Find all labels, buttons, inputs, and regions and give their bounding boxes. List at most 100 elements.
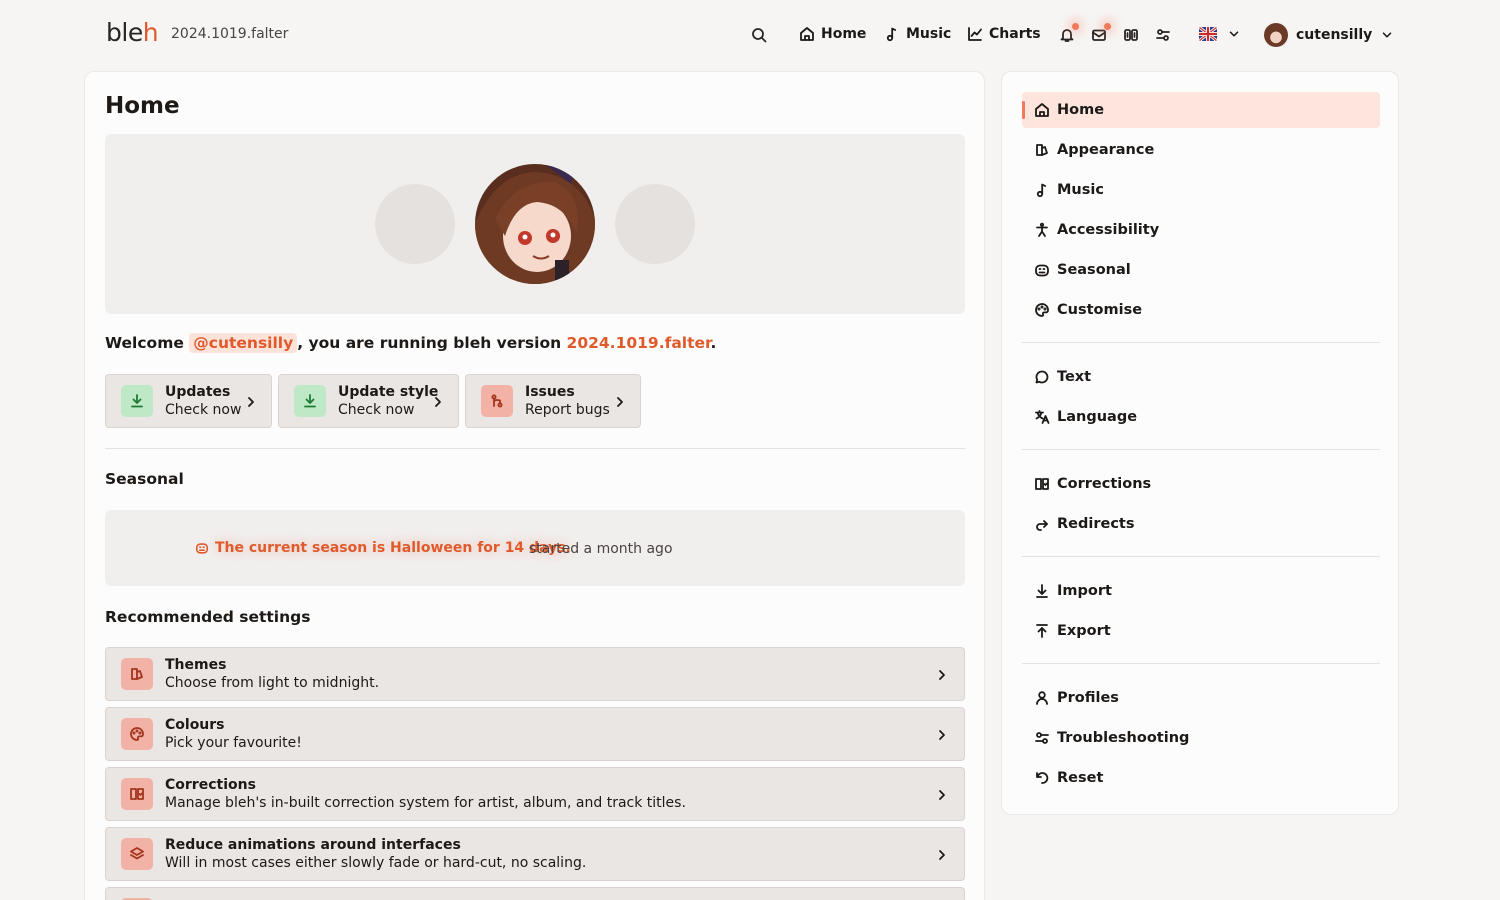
page-title: Home — [105, 93, 180, 119]
sidebar-item-label: Home — [1057, 102, 1105, 118]
recommended-heading: Recommended settings — [105, 608, 311, 626]
sidebar-item-label: Customise — [1057, 302, 1143, 318]
notifications-bell-icon[interactable] — [1059, 23, 1079, 43]
chevron-right-icon — [248, 397, 254, 407]
version-link[interactable]: 2024.1019.falter — [567, 334, 711, 352]
chevron-right-icon — [435, 397, 441, 407]
book-icon — [121, 778, 153, 810]
music-note-icon — [886, 27, 897, 42]
rec-desc: Will in most cases either slowly fade or… — [165, 855, 587, 871]
issues-button[interactable]: Issues Report bugs — [465, 374, 641, 428]
download-icon — [294, 385, 326, 417]
chevron-right-icon — [939, 730, 945, 740]
sidebar-item-import[interactable]: Import — [1022, 573, 1380, 609]
sidebar-item-label: Export — [1057, 623, 1111, 639]
rec-themes[interactable]: Themes Choose from light to midnight. — [105, 647, 965, 701]
message-dot — [1104, 23, 1111, 30]
updates-subtitle: Check now — [165, 402, 242, 418]
sidebar-item-language[interactable]: Language — [1022, 399, 1380, 435]
avatar — [1264, 23, 1288, 47]
sidebar-item-seasonal[interactable]: Seasonal — [1022, 252, 1380, 288]
user-mention[interactable]: @cutensilly — [189, 333, 298, 353]
user-icon — [1036, 691, 1048, 705]
avatar-placeholder-left — [375, 184, 455, 264]
speech-bubble-icon — [1035, 370, 1049, 384]
rec-desc: Manage bleh's in-built correction system… — [165, 795, 686, 811]
sidebar-item-text[interactable]: Text — [1022, 359, 1380, 395]
season-started: started a month ago — [529, 541, 673, 557]
nav-music-label: Music — [906, 26, 952, 42]
sidebar-item-home[interactable]: Home — [1022, 92, 1380, 128]
sidebar-item-label: Profiles — [1057, 690, 1119, 706]
profile-avatar — [475, 164, 595, 284]
sidebar-item-label: Text — [1057, 369, 1092, 385]
sidebar-item-troubleshooting[interactable]: Troubleshooting — [1022, 720, 1380, 756]
home-icon — [1035, 103, 1049, 117]
issues-subtitle: Report bugs — [525, 402, 610, 418]
search-icon[interactable] — [751, 27, 767, 43]
rec-desc: Pick your favourite! — [165, 735, 302, 751]
sidebar-item-accessibility[interactable]: Accessibility — [1022, 212, 1380, 248]
sidebar-item-reset[interactable]: Reset — [1022, 760, 1380, 796]
settings-sidebar: Home Appearance Music Accessibility Seas… — [1001, 71, 1399, 815]
appearance-icon — [1036, 144, 1048, 156]
notification-dot — [1072, 23, 1079, 30]
sidebar-item-redirects[interactable]: Redirects — [1022, 506, 1380, 542]
pumpkin-icon — [195, 543, 209, 554]
sidebar-item-music[interactable]: Music — [1022, 172, 1380, 208]
settings-sliders-icon[interactable] — [1155, 27, 1171, 43]
nav-home-label: Home — [821, 26, 867, 42]
nav-charts-label: Charts — [989, 26, 1041, 42]
music-note-icon — [1036, 183, 1047, 198]
chevron-right-icon — [617, 397, 623, 407]
sidebar-item-label: Music — [1057, 182, 1104, 198]
sidebar-item-label: Troubleshooting — [1057, 730, 1190, 746]
sidebar-item-corrections[interactable]: Corrections — [1022, 466, 1380, 502]
update-style-button[interactable]: Update style Check now — [278, 374, 459, 428]
sidebar-divider — [1022, 663, 1380, 664]
language-selector[interactable] — [1199, 27, 1241, 41]
rec-corrections[interactable]: Corrections Manage bleh's in-built correc… — [105, 767, 965, 821]
sidebar-item-customise[interactable]: Customise — [1022, 292, 1380, 328]
rec-title: Reduce animations around interfaces — [165, 837, 461, 853]
updates-button[interactable]: Updates Check now — [105, 374, 272, 428]
sliders-icon — [1035, 732, 1049, 744]
rec-reduce-animations[interactable]: Reduce animations around interfaces Will … — [105, 827, 965, 881]
logo[interactable]: bleh — [106, 18, 159, 47]
rec-colours[interactable]: Colours Pick your favourite! — [105, 707, 965, 761]
sidebar-item-label: Accessibility — [1057, 222, 1160, 238]
import-icon — [1036, 584, 1048, 598]
sidebar-divider — [1022, 556, 1380, 557]
theme-icon[interactable] — [1123, 27, 1139, 43]
sidebar-divider — [1022, 342, 1380, 343]
main-panel: Home Welcome @cutensilly, you are runnin… — [84, 71, 985, 900]
issues-title: Issues — [525, 384, 575, 400]
seasonal-banner: The current season is Halloween for 14 d… — [105, 510, 965, 586]
sidebar-item-profiles[interactable]: Profiles — [1022, 680, 1380, 716]
sidebar-item-label: Redirects — [1057, 516, 1135, 532]
profile-hero — [105, 134, 965, 314]
nav-charts-link[interactable]: Charts — [967, 26, 1041, 42]
chevron-down-icon — [1229, 31, 1239, 37]
updates-title: Updates — [165, 384, 231, 400]
reset-icon — [1036, 772, 1049, 784]
rec-desc: Choose from light to midnight. — [165, 675, 380, 691]
palette-icon — [1035, 303, 1049, 317]
book-icon — [1035, 478, 1049, 490]
divider — [105, 448, 965, 449]
update-style-title: Update style — [338, 384, 439, 400]
rec-title: Corrections — [165, 777, 256, 793]
sidebar-item-label: Import — [1057, 583, 1112, 599]
update-style-subtitle: Check now — [338, 402, 415, 418]
nav-home-link[interactable]: Home — [799, 26, 866, 42]
sidebar-item-label: Language — [1057, 409, 1138, 425]
chevron-right-icon — [939, 670, 945, 680]
nav-music-link[interactable]: Music — [884, 26, 951, 42]
messages-mail-icon[interactable] — [1091, 23, 1111, 43]
rec-partial-item[interactable] — [105, 887, 965, 900]
avatar-placeholder-right — [615, 184, 695, 264]
user-menu[interactable]: cutensilly — [1264, 23, 1394, 47]
paint-icon — [121, 718, 153, 750]
sidebar-item-appearance[interactable]: Appearance — [1022, 132, 1380, 168]
sidebar-item-export[interactable]: Export — [1022, 613, 1380, 649]
